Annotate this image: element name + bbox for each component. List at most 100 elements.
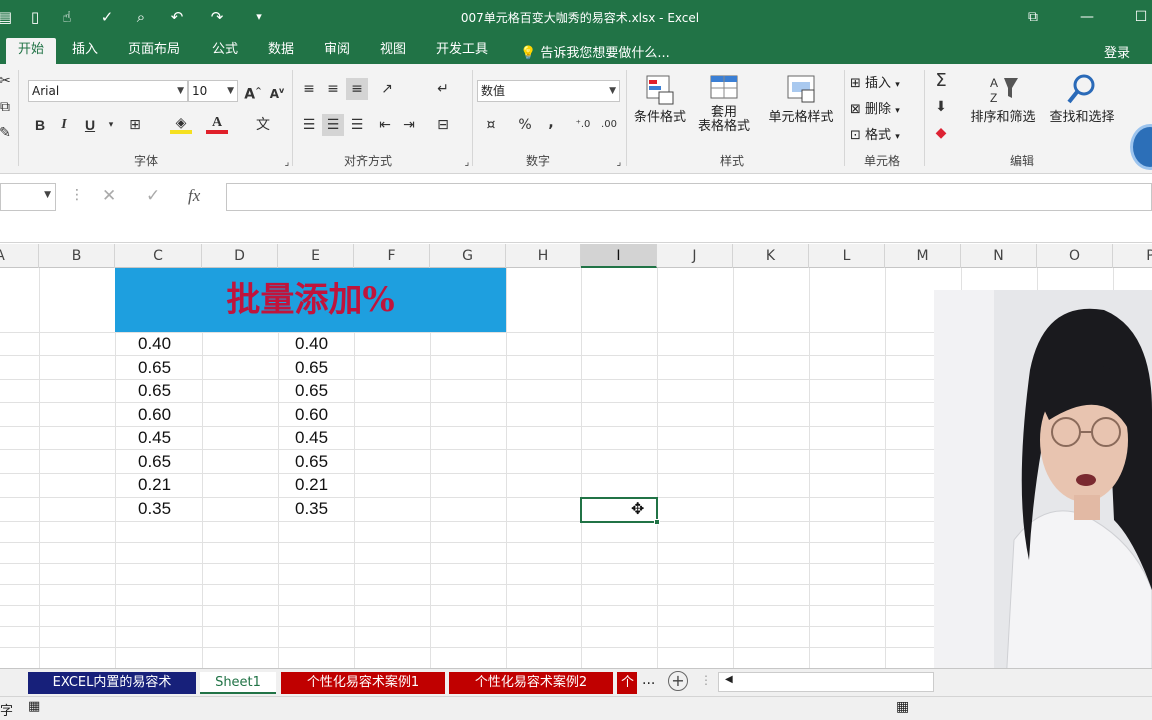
print-preview-icon[interactable]: ⌕ xyxy=(130,6,152,28)
merged-title-cell[interactable]: 批量添加% xyxy=(115,268,506,332)
minimize-icon[interactable]: — xyxy=(1076,6,1098,28)
decrease-font-icon[interactable]: Av xyxy=(266,80,288,102)
dialog-launcher-icon[interactable]: ⌟ xyxy=(276,152,298,174)
sheet-tab-custom-3[interactable]: 个 xyxy=(617,672,637,694)
column-header-a[interactable]: A xyxy=(0,244,39,268)
macro-record-icon[interactable]: ▦ xyxy=(28,699,40,714)
customize-qat-icon[interactable]: ▾ xyxy=(248,6,270,28)
sheet-tab-custom-1[interactable]: 个性化易容术案例1 xyxy=(281,672,445,694)
cell-e[interactable]: 0.65 xyxy=(295,381,355,401)
tab-insert[interactable]: 插入 xyxy=(60,38,110,64)
column-header-c[interactable]: C xyxy=(115,244,202,268)
column-header-f[interactable]: F xyxy=(354,244,430,268)
fill-color-icon[interactable]: ◈ xyxy=(170,112,192,134)
align-middle-icon[interactable]: ≡ xyxy=(322,78,344,100)
normal-view-icon[interactable]: ▦ xyxy=(896,699,909,715)
font-color-icon[interactable]: A xyxy=(206,112,228,134)
chevron-down-icon[interactable]: ▾ xyxy=(100,114,122,136)
touch-mode-icon[interactable]: ☝ xyxy=(56,6,78,28)
fill-handle[interactable] xyxy=(654,519,660,525)
name-box[interactable]: ▼ xyxy=(0,183,56,211)
font-size-combo[interactable]: 10 ▼ xyxy=(188,80,238,102)
decrease-indent-icon[interactable]: ⇤ xyxy=(374,114,396,136)
column-header-i[interactable]: I xyxy=(581,244,657,268)
cell-e[interactable]: 0.35 xyxy=(295,499,355,519)
tab-developer[interactable]: 开发工具 xyxy=(424,38,500,64)
underline-button[interactable]: U xyxy=(79,114,101,136)
active-cell-selection[interactable] xyxy=(580,497,660,525)
login-link[interactable]: 登录 xyxy=(1104,42,1130,61)
formula-bar-splitter-icon[interactable]: ⋮ xyxy=(70,187,84,203)
align-right-icon[interactable]: ☰ xyxy=(346,114,368,136)
tab-home[interactable]: 开始 xyxy=(6,38,57,64)
ribbon-display-icon[interactable]: ⧉ xyxy=(1022,6,1044,28)
sheet-tab-custom-2[interactable]: 个性化易容术案例2 xyxy=(449,672,613,694)
column-header-l[interactable]: L xyxy=(809,244,885,268)
tab-page-layout[interactable]: 页面布局 xyxy=(116,38,192,64)
phonetic-icon[interactable]: 文 xyxy=(252,114,274,136)
column-header-m[interactable]: M xyxy=(885,244,961,268)
column-header-p[interactable]: P xyxy=(1113,244,1152,268)
column-header-b[interactable]: B xyxy=(39,244,115,268)
delete-cells-button[interactable]: ⊠ 删除 ▾ xyxy=(850,98,900,117)
horizontal-scrollbar[interactable]: ◀ xyxy=(718,672,934,692)
column-header-k[interactable]: K xyxy=(733,244,809,268)
sheet-tab-sheet1[interactable]: Sheet1 xyxy=(200,672,276,694)
sort-filter-button[interactable]: A Z 排序和筛选 xyxy=(968,72,1038,125)
orientation-icon[interactable]: ↗ xyxy=(376,78,398,100)
fill-icon[interactable]: ⬇ xyxy=(930,96,952,118)
italic-button[interactable]: I xyxy=(53,114,75,136)
tab-review[interactable]: 审阅 xyxy=(312,38,362,64)
align-bottom-icon[interactable]: ≡ xyxy=(346,78,368,100)
cell-e[interactable]: 0.45 xyxy=(295,428,355,448)
wrap-text-icon[interactable]: ↵ xyxy=(432,78,454,100)
currency-icon[interactable]: ¤ xyxy=(480,114,502,136)
cell-e[interactable]: 0.65 xyxy=(295,358,355,378)
new-file-icon[interactable]: ▯ xyxy=(24,6,46,28)
align-top-icon[interactable]: ≡ xyxy=(298,78,320,100)
column-header-j[interactable]: J xyxy=(657,244,733,268)
cell-e[interactable]: 0.21 xyxy=(295,475,355,495)
column-header-g[interactable]: G xyxy=(430,244,506,268)
align-center-icon[interactable]: ☰ xyxy=(322,114,344,136)
cell-c[interactable]: 0.40 xyxy=(138,334,198,354)
find-select-button[interactable]: 查找和选择 xyxy=(1042,72,1122,125)
tab-splitter-icon[interactable]: ⋮ xyxy=(700,673,712,687)
clear-icon[interactable]: ◆ xyxy=(930,122,952,144)
column-header-d[interactable]: D xyxy=(202,244,278,268)
spelling-icon[interactable]: ✓ xyxy=(96,6,118,28)
increase-indent-icon[interactable]: ⇥ xyxy=(398,114,420,136)
cell-c[interactable]: 0.65 xyxy=(138,381,198,401)
enter-icon[interactable]: ✓ xyxy=(146,186,160,206)
border-icon[interactable]: ⊞ xyxy=(124,114,146,136)
bold-button[interactable]: B xyxy=(29,114,51,136)
dialog-launcher-icon[interactable]: ⌟ xyxy=(456,152,478,174)
comma-button[interactable]: , xyxy=(540,112,562,134)
cell-e[interactable]: 0.40 xyxy=(295,334,355,354)
font-name-combo[interactable]: Arial ▼ xyxy=(28,80,188,102)
cell-c[interactable]: 0.65 xyxy=(138,358,198,378)
cell-c[interactable]: 0.21 xyxy=(138,475,198,495)
format-as-table-button[interactable]: 套用 表格格式 xyxy=(694,72,754,134)
tab-view[interactable]: 视图 xyxy=(368,38,418,64)
cell-c[interactable]: 0.45 xyxy=(138,428,198,448)
more-sheets-button[interactable]: ... xyxy=(642,672,655,688)
cell-c[interactable]: 0.35 xyxy=(138,499,198,519)
redo-icon[interactable]: ↷ xyxy=(206,6,228,28)
tab-data[interactable]: 数据 xyxy=(256,38,306,64)
cancel-icon[interactable]: ✕ xyxy=(102,186,116,206)
cell-e[interactable]: 0.60 xyxy=(295,405,355,425)
format-cells-button[interactable]: ⊡ 格式 ▾ xyxy=(850,124,900,143)
number-format-combo[interactable]: 数值 ▼ xyxy=(477,80,620,102)
formula-input[interactable] xyxy=(226,183,1152,211)
tell-me-search[interactable]: 💡 告诉我您想要做什么... xyxy=(520,42,670,61)
increase-font-icon[interactable]: A^ xyxy=(242,80,264,103)
column-header-o[interactable]: O xyxy=(1037,244,1113,268)
column-header-h[interactable]: H xyxy=(506,244,581,268)
scroll-left-icon[interactable]: ◀ xyxy=(725,674,733,685)
tab-formulas[interactable]: 公式 xyxy=(200,38,250,64)
copy-icon[interactable]: ⧉ xyxy=(0,96,16,118)
autosum-icon[interactable]: Σ xyxy=(930,70,952,92)
align-left-icon[interactable]: ☰ xyxy=(298,114,320,136)
cell-c[interactable]: 0.60 xyxy=(138,405,198,425)
